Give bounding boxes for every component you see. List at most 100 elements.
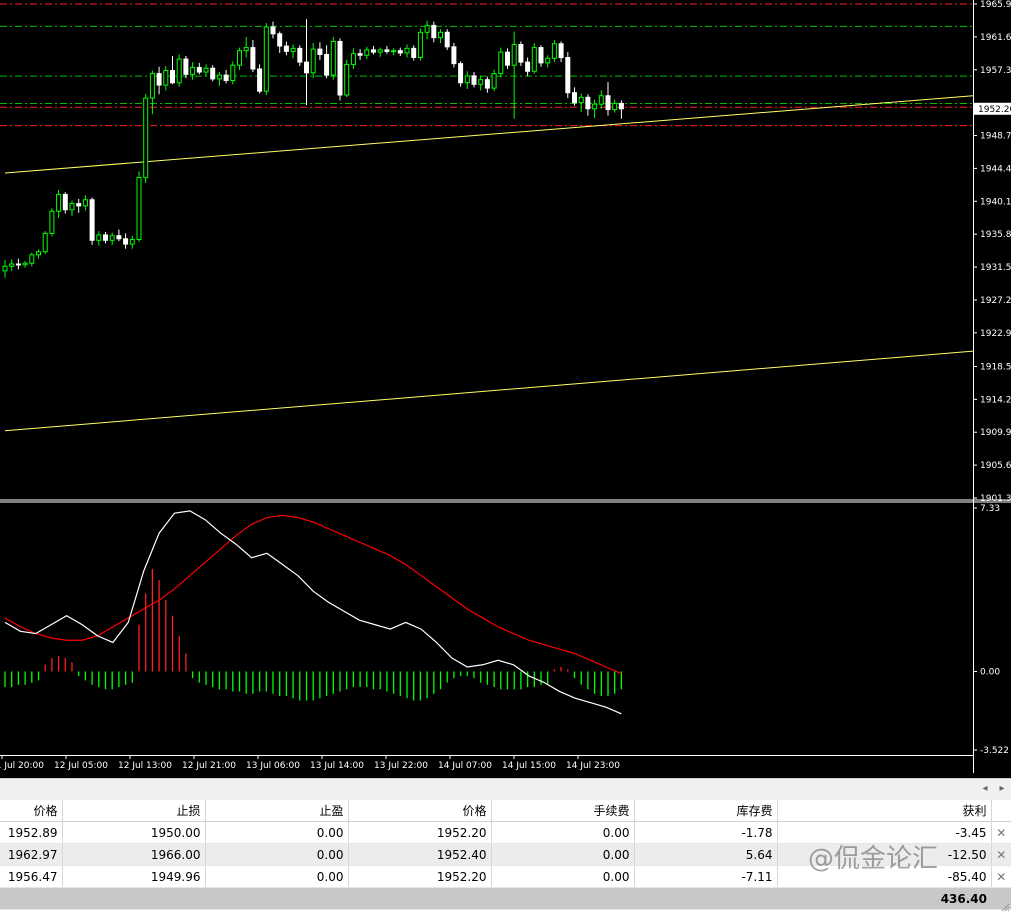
candle-body <box>377 49 383 53</box>
price-tick-label: 1940.10 <box>980 197 1011 207</box>
cell-take-profit: 0.00 <box>205 865 349 888</box>
close-order-icon[interactable]: ✕ <box>991 865 1011 888</box>
candle-body <box>618 102 624 110</box>
candle-body <box>424 24 430 33</box>
candle-body <box>330 40 336 76</box>
price-chart-svg[interactable]: 1965.90 1961.60 1957.30 1952.20 1948.70 1944.… <box>0 0 1011 773</box>
table-row[interactable]: 1952.89 1950.00 0.00 1952.20 0.00 -1.78 -3.45 ✕ <box>0 821 1011 844</box>
time-tick-label: 12 Jul 21:00 <box>182 761 236 771</box>
price-tick-label: 1957.30 <box>980 66 1011 76</box>
cell-profit: -12.50 <box>777 843 992 866</box>
candle-body <box>109 235 115 241</box>
indicator-tick-label: 0.00 <box>980 667 1000 677</box>
candle-body <box>558 43 564 59</box>
candle-body <box>505 51 510 66</box>
candle-body <box>210 67 216 80</box>
candle-body <box>277 33 283 47</box>
time-tick-label: 13 Jul 06:00 <box>246 761 300 771</box>
col-profit[interactable]: 获利 <box>777 800 992 822</box>
close-order-icon[interactable]: ✕ <box>991 843 1011 866</box>
candle-body <box>230 64 236 81</box>
cell-stop-loss: 1966.00 <box>62 843 206 866</box>
candle-body <box>578 96 584 104</box>
candle-body <box>183 58 189 75</box>
candle-body <box>511 44 517 66</box>
table-header: 价格 止损 止盈 价格 手续费 库存费 获利 <box>0 800 1011 822</box>
table-row[interactable]: 1962.97 1966.00 0.00 1952.40 0.00 5.64 -12.50 ✕ <box>0 843 1011 866</box>
cell-open-price: 1952.89 <box>0 821 63 844</box>
candle-body <box>478 79 484 85</box>
col-commission[interactable]: 手续费 <box>491 800 635 822</box>
candle-body <box>129 239 135 245</box>
chart-window[interactable]: 1965.90 1961.60 1957.30 1952.20 1948.70 1944.… <box>0 0 1011 773</box>
candle-body <box>498 51 504 75</box>
candle-body <box>263 26 269 92</box>
candle-body <box>364 49 370 56</box>
cell-swap: -1.78 <box>634 821 778 844</box>
price-tick-label: 1965.90 <box>980 0 1011 10</box>
price-tick-label: 1961.60 <box>980 33 1011 43</box>
candle-body <box>592 103 598 110</box>
time-tick-label: 13 Jul 22:00 <box>374 761 428 771</box>
candle-body <box>243 47 249 52</box>
candle-body <box>156 73 162 86</box>
chart-scroll-strip: ◂ ▸ <box>0 778 1011 801</box>
cell-price: 1952.20 <box>348 821 492 844</box>
candle-body <box>89 199 95 241</box>
candle-body <box>56 193 62 212</box>
candle-body <box>143 97 149 179</box>
cell-take-profit: 0.00 <box>205 821 349 844</box>
cell-profit: -3.45 <box>777 821 992 844</box>
candle-body <box>531 47 537 72</box>
col-open-price[interactable]: 价格 <box>0 800 63 822</box>
time-tick-label: 14 Jul 15:00 <box>502 761 556 771</box>
candle-body <box>42 232 48 253</box>
candle-body <box>344 63 350 96</box>
price-tick-label: 1905.60 <box>980 461 1011 471</box>
time-tick-label: 13 Jul 14:00 <box>310 761 364 771</box>
price-tick-label: 1922.90 <box>980 329 1011 339</box>
price-tick-label: 1948.70 <box>980 132 1011 142</box>
close-order-icon[interactable]: ✕ <box>991 821 1011 844</box>
candle-body <box>324 53 330 76</box>
price-tick-label: 1927.20 <box>980 296 1011 306</box>
col-swap[interactable]: 库存费 <box>634 800 778 822</box>
candle-body <box>190 66 196 75</box>
candle-body <box>538 47 544 64</box>
table-row[interactable]: 1956.47 1949.96 0.00 1952.20 0.00 -7.11 -85.40… <box>0 865 1011 888</box>
candle-body <box>49 210 55 234</box>
candle-body <box>484 79 490 89</box>
cell-swap: -7.11 <box>634 865 778 888</box>
candle-body <box>525 61 531 72</box>
cell-commission: 0.00 <box>491 865 635 888</box>
candle-body <box>237 50 242 66</box>
cell-commission: 0.00 <box>491 821 635 844</box>
col-price[interactable]: 价格 <box>348 800 492 822</box>
candle-body <box>82 199 88 207</box>
candle-body <box>317 48 323 55</box>
candle-body <box>203 67 209 73</box>
candle-body <box>257 68 263 92</box>
time-tick-label: 14 Jul 07:00 <box>438 761 492 771</box>
candle-body <box>196 66 202 73</box>
candle-body <box>417 31 423 59</box>
candle-body <box>431 24 437 39</box>
macd-signal-line <box>4 514 622 675</box>
candle-body <box>170 70 175 84</box>
candle-body <box>598 95 604 105</box>
candle-body <box>464 75 470 84</box>
candle-body <box>304 61 309 74</box>
candle-body <box>270 26 276 35</box>
scroll-left-icon[interactable]: ◂ <box>978 782 992 796</box>
scroll-right-icon[interactable]: ▸ <box>995 782 1009 796</box>
cell-price: 1952.20 <box>348 865 492 888</box>
price-tick-label: 1901.30 <box>980 494 1011 504</box>
candle-body <box>451 46 457 65</box>
candle-body <box>22 262 28 266</box>
col-take-profit[interactable]: 止盈 <box>205 800 349 822</box>
candle-body <box>216 74 222 80</box>
candle-body <box>310 48 316 74</box>
current-price-label: 1952.20 <box>978 105 1011 115</box>
col-stop-loss[interactable]: 止损 <box>62 800 206 822</box>
resize-grip-icon[interactable] <box>1000 902 1010 912</box>
